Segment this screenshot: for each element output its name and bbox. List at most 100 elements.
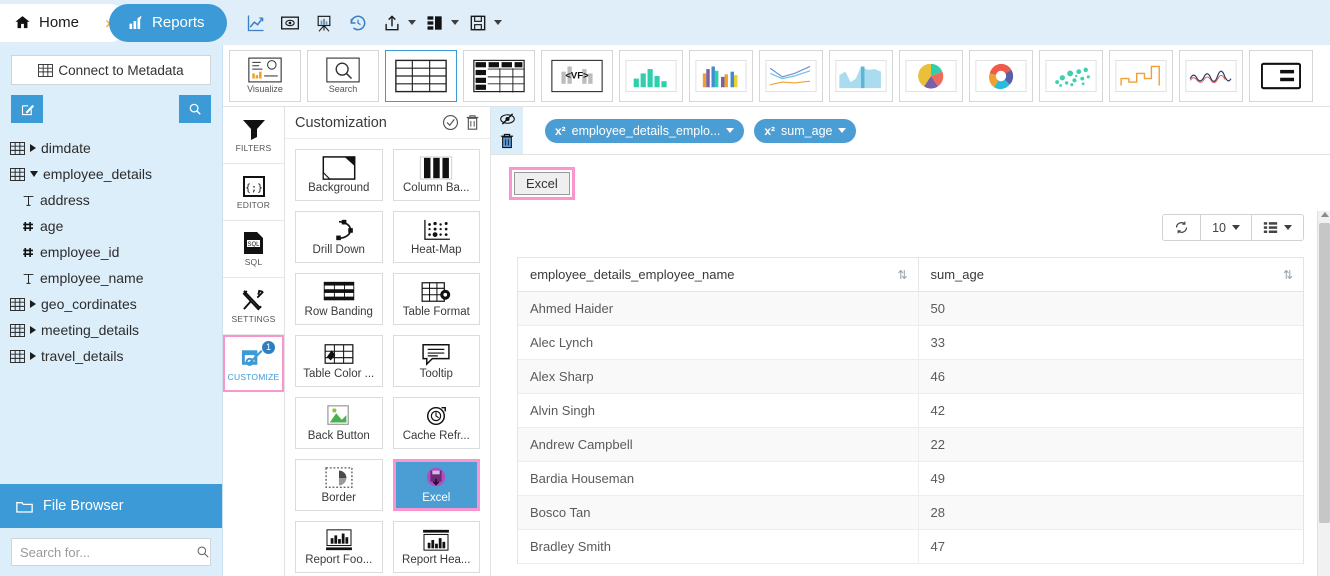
scrollbar-thumb[interactable] <box>1319 223 1330 523</box>
search-tile[interactable]: Search <box>307 49 379 102</box>
border-tile[interactable]: Border <box>295 459 383 511</box>
tree-node[interactable]: meeting_details <box>0 317 222 343</box>
spline-chart-tile[interactable] <box>1179 49 1243 102</box>
chevron-down-icon[interactable] <box>30 171 38 177</box>
search-field-wrap[interactable] <box>11 538 211 566</box>
excel-export-button[interactable]: Excel <box>514 172 570 195</box>
breadcrumb-home[interactable]: Home <box>0 3 106 42</box>
sort-icon[interactable]: ⇅ <box>1283 268 1293 282</box>
tree-field-address[interactable]: address <box>0 187 222 213</box>
search-input[interactable] <box>20 544 196 560</box>
table-row[interactable]: Bardia Houseman 49 <box>518 461 1303 496</box>
chevron-right-icon[interactable] <box>30 352 36 360</box>
easel-chart-icon[interactable] <box>309 7 339 39</box>
text-card-tile[interactable] <box>1249 49 1313 102</box>
drill-down-tile[interactable]: Drill Down <box>295 211 383 263</box>
tree-node[interactable]: travel_details <box>0 343 222 369</box>
chevron-down-icon[interactable] <box>838 128 847 133</box>
report-header-tile[interactable]: Report Hea... <box>392 521 480 573</box>
chevron-right-icon[interactable] <box>30 300 36 308</box>
cache-refresh-tile[interactable]: Cache Refr... <box>392 397 480 449</box>
bar-chart-tile[interactable] <box>619 49 683 102</box>
tree-field-employee-id[interactable]: employee_id <box>0 239 222 265</box>
line-chart-icon[interactable] <box>241 7 271 39</box>
check-circle-icon[interactable] <box>442 114 459 131</box>
summary-table-tile[interactable] <box>463 49 535 102</box>
background-tile[interactable]: Background <box>295 149 383 201</box>
sidebar-item-filters[interactable]: FILTERS <box>223 107 284 164</box>
tree-field-employee-name[interactable]: employee_name <box>0 265 222 291</box>
chevron-right-icon[interactable] <box>30 326 36 334</box>
column-chooser-button[interactable] <box>1252 215 1303 240</box>
eye-slash-icon[interactable] <box>499 112 516 126</box>
table-tile[interactable] <box>385 49 457 102</box>
sidebar-item-editor[interactable]: {;} EDITOR <box>223 164 284 221</box>
chevron-down-icon[interactable] <box>726 128 735 133</box>
column-header-sum-age[interactable]: sum_age ⇅ <box>918 258 1303 292</box>
chevron-down-icon[interactable] <box>450 20 459 25</box>
sidebar-item-settings[interactable]: SETTINGS <box>223 278 284 335</box>
tooltip-tile[interactable]: Tooltip <box>392 335 480 387</box>
excel-tile[interactable]: Excel <box>392 459 480 511</box>
share-menu[interactable] <box>377 7 416 39</box>
scroll-up-arrow-icon[interactable] <box>1321 212 1329 217</box>
vertical-scrollbar[interactable] <box>1317 211 1330 576</box>
area-chart-tile[interactable] <box>829 49 893 102</box>
table-row[interactable]: Alvin Singh 42 <box>518 393 1303 428</box>
column-header-employee-name[interactable]: employee_details_employee_name ⇅ <box>518 258 919 292</box>
sidebar-item-customize[interactable]: 1 CUSTOMIZE <box>223 335 284 392</box>
trash-icon[interactable] <box>465 114 480 131</box>
chevron-right-icon[interactable] <box>30 144 36 152</box>
search-icon[interactable] <box>179 95 211 123</box>
file-browser-button[interactable]: File Browser <box>0 484 222 528</box>
table-row[interactable]: Bosco Tan 28 <box>518 495 1303 530</box>
chart-type-label: Search <box>328 84 358 94</box>
chip-employee-name[interactable]: x² employee_details_emplo... <box>545 118 745 143</box>
history-clock-icon[interactable] <box>343 7 373 39</box>
table-row[interactable]: Ahmed Haider 50 <box>518 291 1303 326</box>
connect-to-metadata-button[interactable]: Connect to Metadata <box>11 55 211 85</box>
column-bar-tile[interactable]: Column Ba... <box>392 149 480 201</box>
back-button-tile[interactable]: Back Button <box>295 397 383 449</box>
report-footer-tile[interactable]: Report Foo... <box>295 521 383 573</box>
save-menu[interactable] <box>463 7 502 39</box>
search-icon[interactable] <box>196 545 210 559</box>
tree-field-age[interactable]: age <box>0 213 222 239</box>
row-banding-tile[interactable]: Row Banding <box>295 273 383 325</box>
multi-bar-chart-tile[interactable] <box>689 49 753 102</box>
tree-node[interactable]: dimdate <box>0 135 222 161</box>
tree-node[interactable]: employee_details <box>0 161 222 187</box>
bubble-chart-tile[interactable] <box>1039 49 1103 102</box>
chevron-down-icon[interactable] <box>493 20 502 25</box>
vf-tile[interactable]: <VF> <box>541 49 613 102</box>
pie-chart-tile[interactable] <box>899 49 963 102</box>
table-row[interactable]: Andrew Campbell 22 <box>518 427 1303 462</box>
table-format-tile[interactable]: Table Format <box>392 273 480 325</box>
chevron-down-icon[interactable] <box>407 20 416 25</box>
sidebar-item-sql[interactable]: SQL SQL <box>223 221 284 278</box>
visualize-tile[interactable]: Visualize <box>229 49 301 102</box>
donut-chart-tile[interactable] <box>969 49 1033 102</box>
trash-icon[interactable] <box>500 133 514 149</box>
layout-icon[interactable] <box>420 7 450 39</box>
chevron-down-icon[interactable] <box>1284 225 1292 230</box>
breadcrumb-reports[interactable]: Reports <box>109 3 227 42</box>
tree-node[interactable]: geo_cordinates <box>0 291 222 317</box>
layout-menu[interactable] <box>420 7 459 39</box>
edit-icon[interactable] <box>11 95 43 123</box>
table-row[interactable]: Alec Lynch 33 <box>518 325 1303 360</box>
preview-eye-icon[interactable] <box>275 7 305 39</box>
table-row[interactable]: Alex Sharp 46 <box>518 359 1303 394</box>
line-chart-tile[interactable] <box>759 49 823 102</box>
page-size-selector[interactable]: 10 <box>1201 215 1252 240</box>
table-color-tile[interactable]: Table Color ... <box>295 335 383 387</box>
share-upload-icon[interactable] <box>377 7 407 39</box>
sort-icon[interactable]: ⇅ <box>897 268 907 282</box>
table-row[interactable]: Bradley Smith 47 <box>518 529 1303 564</box>
chip-sum-age[interactable]: x² sum_age <box>754 118 857 143</box>
chevron-down-icon[interactable] <box>1232 225 1240 230</box>
refresh-icon[interactable] <box>1163 215 1202 240</box>
save-disk-icon[interactable] <box>463 7 493 39</box>
step-chart-tile[interactable] <box>1109 49 1173 102</box>
heat-map-tile[interactable]: Heat-Map <box>392 211 480 263</box>
